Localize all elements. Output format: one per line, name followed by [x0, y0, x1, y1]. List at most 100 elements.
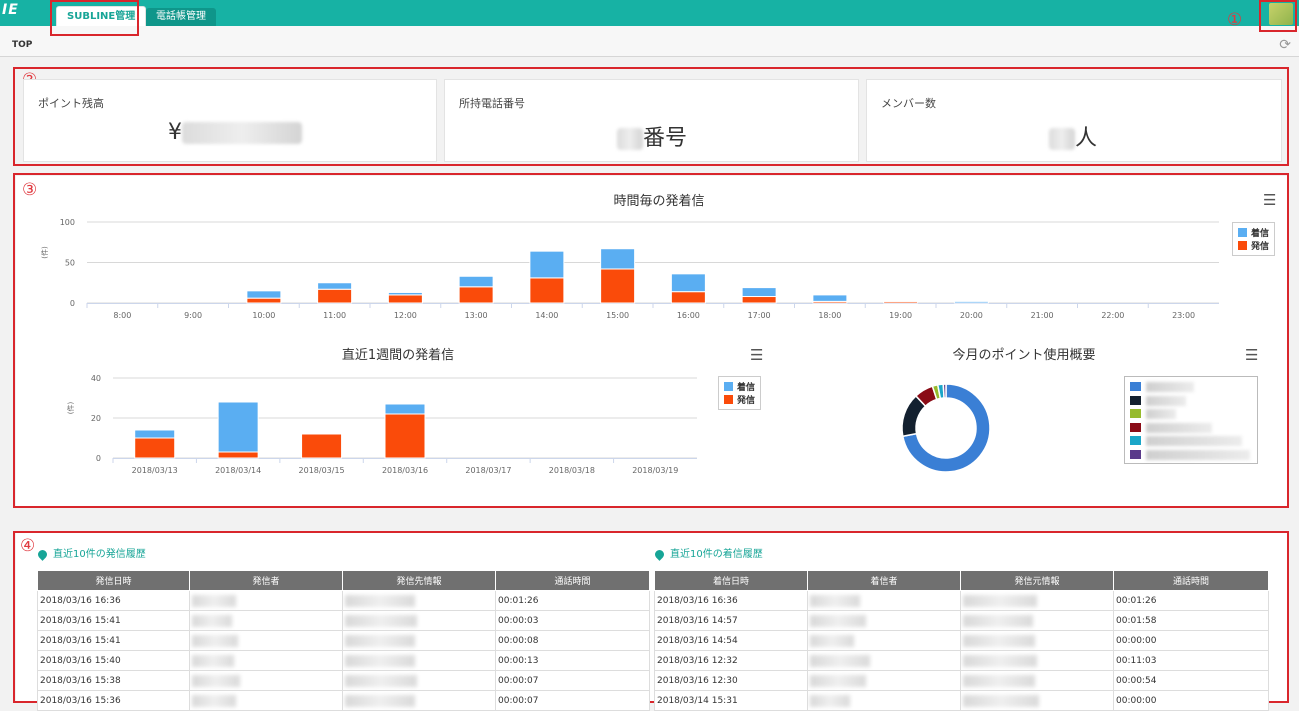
pie-legend-swatch	[1130, 409, 1141, 418]
hourly-chart-bar-outgoing[interactable]	[246, 297, 282, 304]
hourly-chart-bar-incoming[interactable]	[317, 282, 353, 290]
outgoing-history-title[interactable]: 直近10件の発信履歴	[36, 545, 146, 561]
outgoing-history-title-text: 直近10件の発信履歴	[53, 549, 146, 560]
hourly-chart-bar-outgoing[interactable]	[529, 277, 565, 304]
table-row[interactable]: 2018/03/16 15:41 00:00:08	[37, 630, 650, 651]
weekly-chart-bar-incoming[interactable]	[384, 403, 426, 415]
datetime-cell: 2018/03/16 15:40	[37, 650, 190, 671]
hourly-chart-bar-incoming[interactable]	[812, 294, 848, 302]
table-row[interactable]: 2018/03/16 16:36 00:01:26	[37, 590, 650, 611]
caller-cell	[189, 590, 343, 611]
pie-legend-item[interactable]	[1130, 449, 1250, 460]
caller-cell	[807, 690, 961, 711]
hourly-chart-x-tick-label: 13:00	[465, 311, 488, 320]
caller-cell	[807, 590, 961, 611]
hourly-chart-x-tick-label: 15:00	[606, 311, 629, 320]
weekly-chart-x-tick-label: 2018/03/16	[382, 466, 428, 475]
hourly-chart-bar-incoming[interactable]	[600, 248, 636, 270]
points-usage-legend	[1124, 376, 1258, 464]
hourly-chart-bar-outgoing[interactable]	[458, 286, 494, 304]
table-row[interactable]: 2018/03/16 15:41 00:00:03	[37, 610, 650, 631]
hourly-chart-bar-incoming[interactable]	[529, 250, 565, 279]
datetime-cell: 2018/03/16 16:36	[654, 590, 808, 611]
column-header[interactable]: 発信先情報	[342, 570, 496, 591]
weekly-legend-item-outgoing[interactable]: 発信	[724, 393, 755, 406]
column-header[interactable]: 着信日時	[654, 570, 808, 591]
duration-cell: 00:00:03	[495, 610, 650, 631]
column-header[interactable]: 発信元情報	[960, 570, 1114, 591]
duration-cell: 00:00:07	[495, 690, 650, 711]
incoming-history-title[interactable]: 直近10件の着信履歴	[653, 545, 763, 561]
hourly-chart-bar-incoming[interactable]	[953, 300, 989, 304]
column-header[interactable]: 通話時間	[1113, 570, 1269, 591]
column-header[interactable]: 着信者	[807, 570, 961, 591]
datetime-cell: 2018/03/16 14:57	[654, 610, 808, 631]
hourly-chart-bar-incoming[interactable]	[246, 290, 282, 299]
hourly-chart-bar-incoming[interactable]	[741, 287, 777, 298]
hourly-chart-y-axis-label: (件)	[40, 246, 49, 259]
caller-cell	[189, 630, 343, 651]
column-header[interactable]: 通話時間	[495, 570, 650, 591]
pie-legend-item[interactable]	[1130, 382, 1250, 392]
weekly-chart-plot: 0 20 40 (件) 2018/03/13 2018/03/14 2018/03/15 20…	[66, 374, 697, 475]
weekly-legend-item-incoming[interactable]: 着信	[724, 380, 755, 393]
table-row[interactable]: 2018/03/16 15:38 00:00:07	[37, 670, 650, 691]
weekly-chart-x-tick-label: 2018/03/19	[632, 466, 678, 475]
legend-item-outgoing[interactable]: 発信	[1238, 239, 1269, 252]
weekly-chart-bar-outgoing[interactable]	[301, 433, 343, 459]
pie-legend-label-redacted	[1146, 409, 1176, 419]
table-row[interactable]: 2018/03/16 12:30 00:00:54	[654, 670, 1269, 691]
table-row[interactable]: 2018/03/16 14:57 00:01:58	[654, 610, 1269, 631]
column-header[interactable]: 発信者	[189, 570, 343, 591]
table-row[interactable]: 2018/03/16 16:36 00:01:26	[654, 590, 1269, 611]
caller-cell	[807, 610, 961, 631]
duration-cell: 00:00:00	[1113, 690, 1269, 711]
duration-cell: 00:00:00	[1113, 630, 1269, 651]
hourly-chart-x-tick-label: 18:00	[818, 311, 841, 320]
pie-legend-item[interactable]	[1130, 436, 1250, 446]
column-header[interactable]: 発信日時	[37, 570, 190, 591]
weekly-chart-y-tick-label: 20	[91, 414, 101, 423]
hourly-chart-x-tick-label: 12:00	[394, 311, 417, 320]
contact-info-cell	[960, 650, 1114, 671]
weekly-chart-bar-outgoing[interactable]	[134, 437, 176, 459]
hourly-chart-bar-outgoing[interactable]	[600, 268, 636, 304]
hourly-chart-bar-incoming[interactable]	[458, 275, 494, 288]
contact-info-cell	[960, 610, 1114, 631]
hourly-chart-x-tick-label: 16:00	[677, 311, 700, 320]
pie-legend-item[interactable]	[1130, 422, 1250, 433]
hourly-chart-bar-incoming[interactable]	[387, 291, 423, 296]
weekly-chart-y-tick-label: 40	[91, 374, 101, 383]
contact-info-cell	[342, 630, 496, 651]
hourly-chart-bar-outgoing[interactable]	[317, 288, 353, 304]
hourly-chart-bar-outgoing[interactable]	[670, 291, 706, 304]
weekly-chart-x-tick-label: 2018/03/18	[549, 466, 595, 475]
donut-slice[interactable]	[942, 383, 947, 399]
table-row[interactable]: 2018/03/16 15:36 00:00:07	[37, 690, 650, 711]
hourly-chart-bar-incoming[interactable]	[670, 273, 706, 293]
table-row[interactable]: 2018/03/14 15:31 00:00:00	[654, 690, 1269, 711]
table-row[interactable]: 2018/03/16 12:32 00:11:03	[654, 650, 1269, 671]
weekly-legend-label-outgoing: 発信	[737, 396, 756, 406]
points-usage-chart-title: 今月のポイント使用概要	[952, 348, 1096, 363]
weekly-chart-bar-outgoing[interactable]	[384, 413, 426, 459]
weekly-legend-label-incoming: 着信	[737, 383, 756, 393]
table-row[interactable]: 2018/03/16 14:54 00:00:00	[654, 630, 1269, 651]
contact-info-cell	[960, 630, 1114, 651]
weekly-chart-bar-incoming[interactable]	[134, 429, 176, 439]
weekly-chart-menu-icon[interactable]: ☰	[750, 346, 763, 364]
pie-legend-item[interactable]	[1130, 395, 1250, 406]
points-usage-chart-menu-icon[interactable]: ☰	[1245, 346, 1258, 364]
contact-info-cell	[342, 610, 496, 631]
hourly-chart-bar-incoming[interactable]	[883, 300, 919, 302]
weekly-chart-bar-outgoing[interactable]	[217, 451, 259, 459]
weekly-chart-bar-incoming[interactable]	[217, 401, 259, 453]
datetime-cell: 2018/03/16 12:32	[654, 650, 808, 671]
legend-item-incoming[interactable]: 着信	[1238, 226, 1269, 239]
hourly-chart-bar-outgoing[interactable]	[741, 296, 777, 304]
pie-legend-item[interactable]	[1130, 409, 1250, 419]
datetime-cell: 2018/03/16 15:36	[37, 690, 190, 711]
hourly-chart-bar-outgoing[interactable]	[387, 294, 423, 304]
table-row[interactable]: 2018/03/16 15:40 00:00:13	[37, 650, 650, 671]
location-pin-icon	[653, 547, 666, 561]
